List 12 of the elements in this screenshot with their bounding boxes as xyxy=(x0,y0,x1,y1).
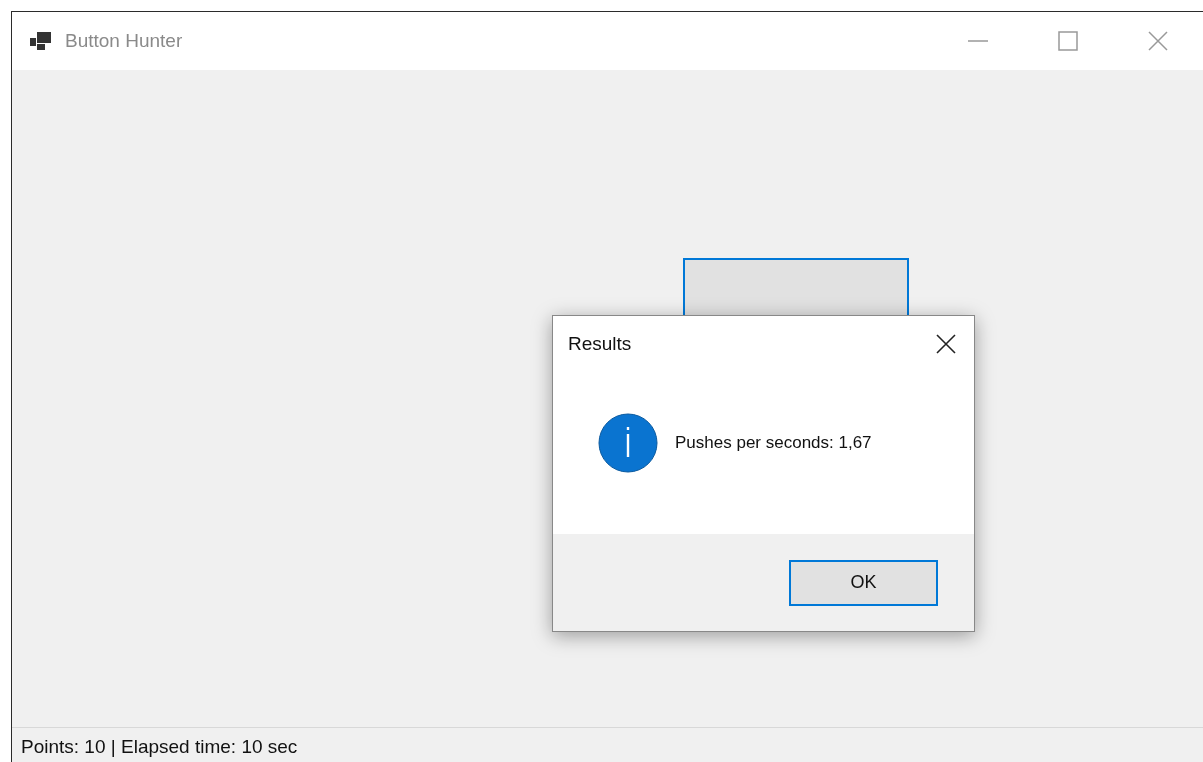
dialog-message: Pushes per seconds: 1,67 xyxy=(675,433,872,453)
minimize-icon xyxy=(968,40,988,42)
info-icon xyxy=(598,413,658,473)
close-icon xyxy=(1148,31,1168,51)
app-icon xyxy=(30,32,52,50)
close-icon xyxy=(936,334,956,354)
window-title: Button Hunter xyxy=(65,30,183,52)
ok-button[interactable]: OK xyxy=(789,559,938,606)
close-button[interactable] xyxy=(936,334,956,354)
dialog-title: Results xyxy=(568,333,632,355)
status-text: Points: 10 | Elapsed time: 10 sec xyxy=(21,736,298,757)
maximize-icon xyxy=(1058,31,1078,51)
